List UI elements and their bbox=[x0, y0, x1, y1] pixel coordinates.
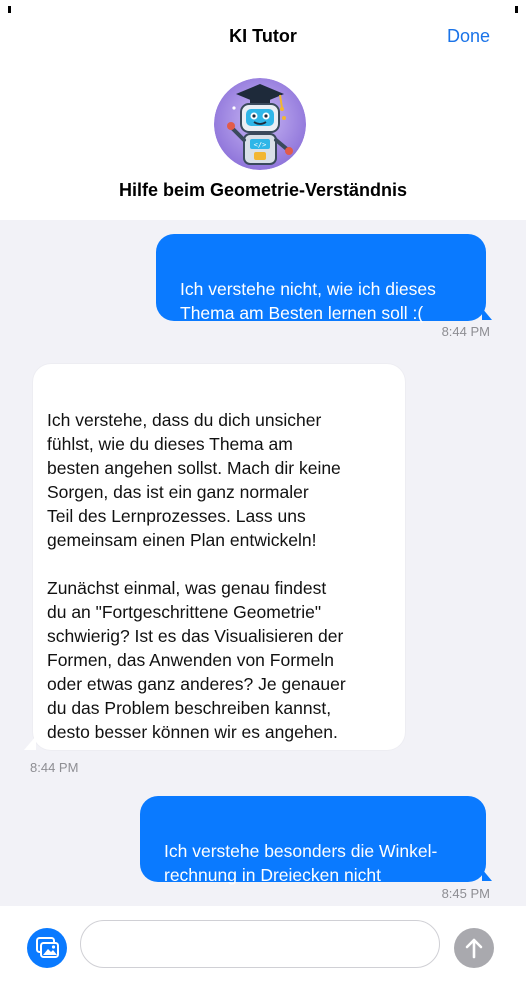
tutor-avatar: </> bbox=[214, 78, 306, 170]
message-text: Ich verstehe nicht, wie ich dieses Thema… bbox=[180, 279, 436, 323]
message-list[interactable]: Ich verstehe nicht, wie ich dieses Thema… bbox=[0, 220, 526, 906]
conversation-topic: Hilfe beim Geometrie-Verständnis bbox=[118, 180, 408, 200]
status-corner-mark bbox=[8, 6, 11, 13]
message-composer bbox=[0, 906, 526, 988]
bubble-tail bbox=[482, 308, 492, 320]
photo-library-icon bbox=[36, 937, 59, 958]
bubble-tail bbox=[24, 736, 36, 750]
message-text: Ich verstehe besonders die Winkel- rechn… bbox=[164, 841, 438, 885]
message-input[interactable] bbox=[80, 920, 440, 968]
send-button[interactable] bbox=[454, 928, 494, 968]
message-time: 8:44 PM bbox=[30, 760, 79, 775]
message-text: Ich verstehe, dass du dich unsicher fühl… bbox=[47, 410, 346, 742]
arrow-up-icon bbox=[465, 938, 483, 959]
photo-button[interactable] bbox=[27, 928, 67, 968]
chat-header: KI Tutor Done </> Hilfe beim Geometrie-V… bbox=[0, 0, 526, 220]
done-button[interactable]: Done bbox=[447, 26, 490, 47]
svg-text:</>: </> bbox=[254, 141, 267, 149]
user-message-bubble: Ich verstehe nicht, wie ich dieses Thema… bbox=[156, 234, 486, 323]
bubble-tail bbox=[482, 869, 492, 881]
tutor-message-bubble: Ich verstehe, dass du dich unsicher fühl… bbox=[33, 364, 405, 750]
message-time: 8:44 PM bbox=[441, 324, 490, 339]
robot-tutor-icon: </> bbox=[214, 78, 306, 170]
user-message-bubble: Ich verstehe besonders die Winkel- rechn… bbox=[140, 796, 486, 885]
status-corner-mark bbox=[515, 6, 518, 13]
message-time: 8:45 PM bbox=[441, 886, 490, 901]
